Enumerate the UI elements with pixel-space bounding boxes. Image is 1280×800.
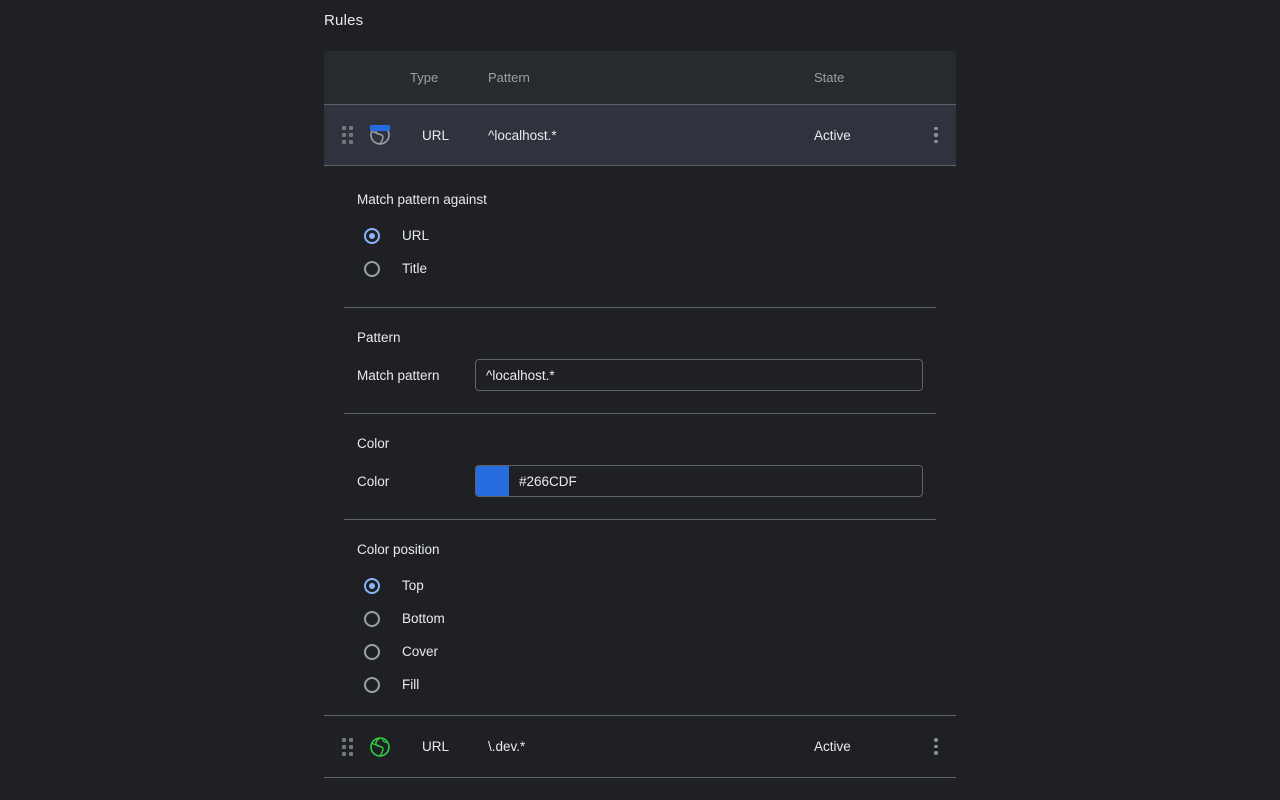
table-row[interactable]: [324, 777, 956, 800]
radio-label-title: Title: [402, 261, 427, 276]
radio-indicator-fill[interactable]: [364, 677, 380, 693]
table-header-row: Type Pattern State: [324, 51, 956, 104]
row-pattern: ^localhost.*: [488, 128, 812, 143]
row-type: URL: [406, 739, 488, 754]
radio-option-bottom[interactable]: Bottom: [357, 602, 956, 635]
radio-indicator-bottom[interactable]: [364, 611, 380, 627]
color-section-label: Color: [324, 414, 956, 451]
match-pattern-label: Match pattern: [357, 368, 475, 383]
color-swatch[interactable]: [476, 466, 509, 496]
row-state-badge: Active: [812, 128, 916, 143]
table-header-pattern: Pattern: [488, 70, 812, 85]
radio-label-fill: Fill: [402, 677, 419, 692]
radio-option-top[interactable]: Top: [357, 569, 956, 602]
table-header-state: State: [812, 70, 916, 85]
row-pattern: \.dev.*: [488, 739, 812, 754]
table-row[interactable]: URL ^localhost.* Active: [324, 104, 956, 166]
color-hex-input[interactable]: [509, 466, 922, 496]
color-field-row: Color: [324, 451, 956, 497]
radio-indicator-title[interactable]: [364, 261, 380, 277]
row-favicon-cell: [370, 737, 406, 757]
match-pattern-input[interactable]: [475, 359, 923, 391]
pattern-section-label: Pattern: [324, 308, 956, 345]
row-overflow-menu-icon[interactable]: [916, 127, 956, 144]
drag-dots: [342, 126, 353, 144]
radio-indicator-cover[interactable]: [364, 644, 380, 660]
color-position-label: Color position: [324, 520, 956, 557]
drag-dots: [342, 738, 353, 756]
globe-icon: [370, 737, 390, 757]
radio-option-cover[interactable]: Cover: [357, 635, 956, 668]
radio-label-url: URL: [402, 228, 429, 243]
globe-icon: [370, 125, 390, 145]
radio-option-url[interactable]: URL: [357, 219, 956, 252]
row-favicon-cell: [370, 125, 406, 145]
app-root: Rules Type Pattern State: [0, 0, 1280, 800]
row-overflow-menu-icon[interactable]: [916, 738, 956, 755]
radio-label-bottom: Bottom: [402, 611, 445, 626]
rules-table: Type Pattern State: [324, 51, 956, 800]
radio-option-fill[interactable]: Fill: [357, 668, 956, 701]
radio-indicator-url[interactable]: [364, 228, 380, 244]
table-header-type: Type: [406, 70, 488, 85]
accent-bar: [370, 125, 390, 131]
radio-label-top: Top: [402, 578, 424, 593]
table-row[interactable]: URL \.dev.* Active: [324, 715, 956, 777]
drag-handle-icon[interactable]: [324, 738, 370, 756]
page-title: Rules: [324, 12, 363, 29]
color-input-wrapper: [475, 465, 923, 497]
radio-option-title[interactable]: Title: [357, 252, 956, 285]
match-against-radio-group[interactable]: URL Title: [324, 207, 956, 285]
match-against-label: Match pattern against: [324, 166, 956, 207]
radio-indicator-top[interactable]: [364, 578, 380, 594]
row-type: URL: [406, 128, 488, 143]
color-position-radio-group[interactable]: Top Bottom Cover Fill: [324, 557, 956, 701]
row-state-badge: Active: [812, 739, 916, 754]
rule-detail-panel: Match pattern against URL Title Pattern …: [324, 166, 956, 715]
radio-label-cover: Cover: [402, 644, 438, 659]
color-label: Color: [357, 474, 475, 489]
pattern-field-row: Match pattern: [324, 345, 956, 391]
drag-handle-icon[interactable]: [324, 126, 370, 144]
